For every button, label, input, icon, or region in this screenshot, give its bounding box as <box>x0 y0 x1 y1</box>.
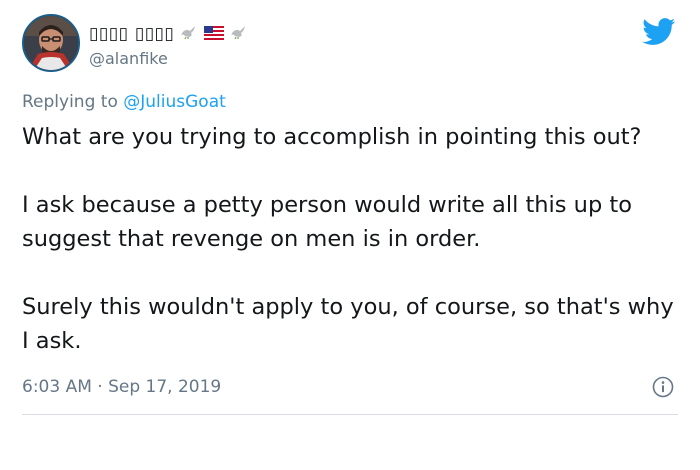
dove-icon <box>180 24 198 44</box>
divider <box>22 414 678 415</box>
replying-to-prefix: Replying to <box>22 92 124 112</box>
tweet-paragraph: What are you trying to accomplish in poi… <box>22 124 642 150</box>
display-name[interactable]: ▯▯▯▯ ▯▯▯▯ <box>89 24 174 44</box>
display-name-row: ▯▯▯▯ ▯▯▯▯ <box>89 21 248 47</box>
tweet-timestamp[interactable]: 6:03 AM · Sep 17, 2019 <box>22 377 221 397</box>
tweet-header: ▯▯▯▯ ▯▯▯▯ @alanfike <box>22 14 682 74</box>
tweet-paragraph: I ask because a petty person would write… <box>22 192 632 252</box>
author-handle[interactable]: @alanfike <box>89 49 248 68</box>
name-badges <box>180 24 248 44</box>
twitter-bird-icon[interactable] <box>642 18 676 46</box>
tweet-meta: 6:03 AM · Sep 17, 2019 <box>22 374 678 404</box>
avatar[interactable] <box>22 14 80 72</box>
us-flag-icon <box>204 25 225 44</box>
dove-icon <box>230 24 248 44</box>
info-icon[interactable] <box>652 376 674 398</box>
author-names: ▯▯▯▯ ▯▯▯▯ @alanfike <box>89 21 248 68</box>
replying-to-mention[interactable]: @JuliusGoat <box>123 92 226 112</box>
tweet-card: ▯▯▯▯ ▯▯▯▯ @alanfike Replying to @JuliusG… <box>0 0 700 470</box>
replying-to: Replying to @JuliusGoat <box>22 92 226 112</box>
tweet-paragraph: Surely this wouldn't apply to you, of co… <box>22 294 674 354</box>
tweet-text: What are you trying to accomplish in poi… <box>22 120 677 358</box>
